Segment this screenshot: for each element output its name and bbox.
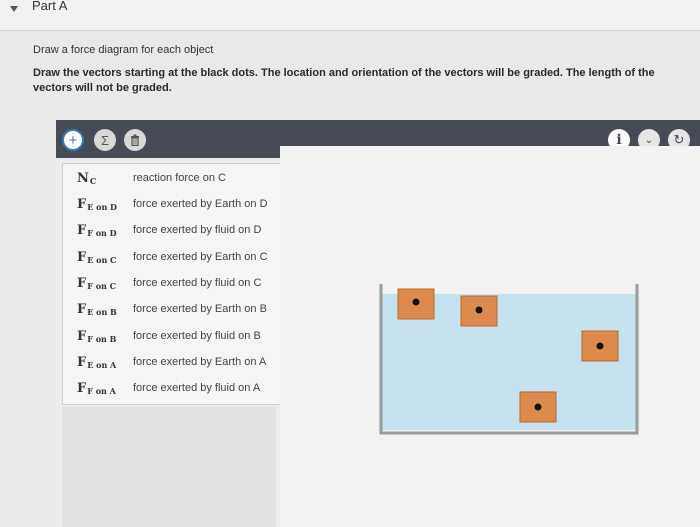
collapse-chevron-icon[interactable]: [10, 6, 18, 12]
vector-option-ff-on-c[interactable]: FF on C force exerted by fluid on C: [63, 270, 295, 296]
object-b: [581, 330, 619, 362]
vector-description: reaction force on C: [133, 172, 226, 184]
vector-option-fe-on-d[interactable]: FE on D force exerted by Earth on D: [63, 191, 295, 217]
vector-symbol: FE on D: [77, 196, 117, 212]
vector-option-fe-on-c[interactable]: FE on C force exerted by Earth on C: [63, 244, 295, 270]
add-vector-button[interactable]: +: [62, 129, 84, 151]
instruction-bold-text: Draw the vectors starting at the black d…: [33, 67, 655, 94]
vector-option-ff-on-d[interactable]: FF on D force exerted by fluid on D: [63, 217, 295, 243]
object-c-dot[interactable]: [475, 306, 483, 314]
vector-option-ff-on-a[interactable]: FF on A force exerted by fluid on A: [63, 375, 295, 401]
chevron-down-icon: ⌄: [644, 134, 654, 146]
vector-description: force exerted by Earth on C: [133, 251, 268, 263]
object-d: [397, 288, 435, 320]
object-c: [460, 295, 498, 327]
vector-symbol: FF on C: [77, 275, 117, 291]
object-a: [519, 391, 557, 423]
vector-symbol: FE on C: [77, 249, 117, 265]
vector-option-ff-on-b[interactable]: FF on B force exerted by fluid on B: [63, 323, 295, 349]
drawing-tool: + Σ i ⌄ ↻ NC reaction force on C FE on D…: [56, 120, 700, 527]
vector-option-fe-on-b[interactable]: FE on B force exerted by Earth on B: [63, 296, 295, 322]
object-a-dot[interactable]: [534, 403, 542, 411]
vector-option-fe-on-a[interactable]: FE on A force exerted by Earth on A: [63, 349, 295, 375]
vector-description: force exerted by Earth on A: [133, 356, 267, 368]
vector-symbol: NC: [77, 170, 97, 186]
delete-button[interactable]: [124, 129, 146, 151]
vector-description: force exerted by fluid on D: [133, 224, 262, 236]
vector-dropdown: NC reaction force on C FE on D force exe…: [62, 163, 296, 405]
object-b-dot[interactable]: [596, 342, 604, 350]
instruction-text: Draw a force diagram for each object: [33, 44, 214, 56]
trash-icon: [131, 134, 139, 146]
plus-icon: +: [68, 131, 78, 149]
sum-vectors-button[interactable]: Σ: [94, 129, 116, 151]
object-d-dot[interactable]: [412, 298, 420, 306]
sigma-icon: Σ: [100, 132, 110, 148]
vector-symbol: FE on A: [77, 354, 117, 370]
part-header[interactable]: Part A: [0, 0, 700, 31]
drawing-canvas[interactable]: [280, 146, 700, 527]
vector-symbol: FF on B: [77, 328, 117, 344]
vector-description: force exerted by Earth on D: [133, 198, 268, 210]
vector-symbol: FF on D: [77, 222, 117, 238]
fluid-container-diagram: [379, 284, 639, 435]
vector-description: force exerted by fluid on C: [133, 277, 262, 289]
vector-description: force exerted by fluid on B: [133, 330, 261, 342]
vector-symbol: FE on B: [77, 301, 117, 317]
side-panel: [62, 407, 276, 527]
vector-symbol: FF on A: [77, 380, 116, 396]
vector-description: force exerted by Earth on B: [133, 303, 267, 315]
part-title: Part A: [32, 0, 68, 13]
vector-option-nc[interactable]: NC reaction force on C: [63, 165, 295, 191]
vector-description: force exerted by fluid on A: [133, 382, 261, 394]
